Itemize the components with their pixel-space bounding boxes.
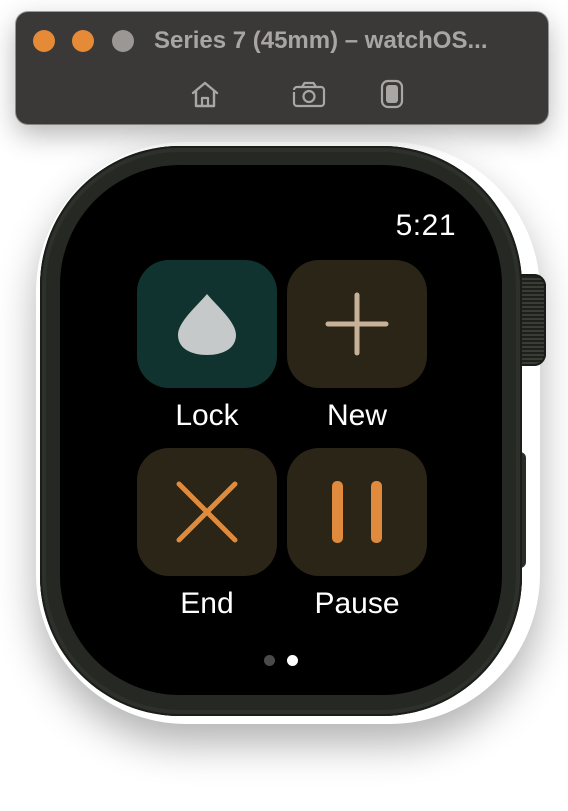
lock-action-button[interactable]: Lock	[137, 260, 277, 434]
screenshot-button[interactable]	[289, 74, 329, 114]
close-window-button[interactable]	[33, 30, 55, 52]
new-tile	[287, 260, 427, 388]
end-action-button[interactable]: End	[137, 448, 277, 622]
new-action-button[interactable]: New	[287, 260, 427, 434]
simulator-stage: Series 7 (45mm) – watchOS... 5:21 Lock N…	[0, 0, 568, 811]
watch-device-icon	[380, 79, 404, 109]
pause-label: Pause	[314, 587, 400, 620]
page-indicator[interactable]	[60, 655, 502, 666]
minimize-window-button[interactable]	[72, 30, 94, 52]
page-dot	[287, 655, 298, 666]
pause-icon	[332, 481, 382, 543]
new-label: New	[326, 399, 387, 432]
water-drop-icon	[178, 294, 236, 355]
end-tile	[137, 448, 277, 576]
lock-label: Lock	[175, 399, 239, 432]
rotate-button[interactable]	[372, 74, 412, 114]
pause-action-button[interactable]: Pause	[287, 448, 427, 622]
watch-screen: 5:21 Lock New End Pause	[60, 165, 502, 695]
close-icon	[176, 481, 238, 543]
camera-icon	[292, 81, 326, 108]
zoom-window-button[interactable]	[112, 30, 134, 52]
end-label: End	[180, 587, 234, 620]
home-button[interactable]	[185, 74, 225, 114]
home-icon	[191, 81, 219, 108]
simulator-titlebar: Series 7 (45mm) – watchOS...	[16, 12, 548, 124]
pause-tile	[287, 448, 427, 576]
lock-tile	[137, 260, 277, 388]
clock-time: 5:21	[395, 209, 456, 242]
plus-icon	[325, 292, 389, 356]
page-dot	[264, 655, 275, 666]
window-title: Series 7 (45mm) – watchOS...	[154, 27, 488, 54]
